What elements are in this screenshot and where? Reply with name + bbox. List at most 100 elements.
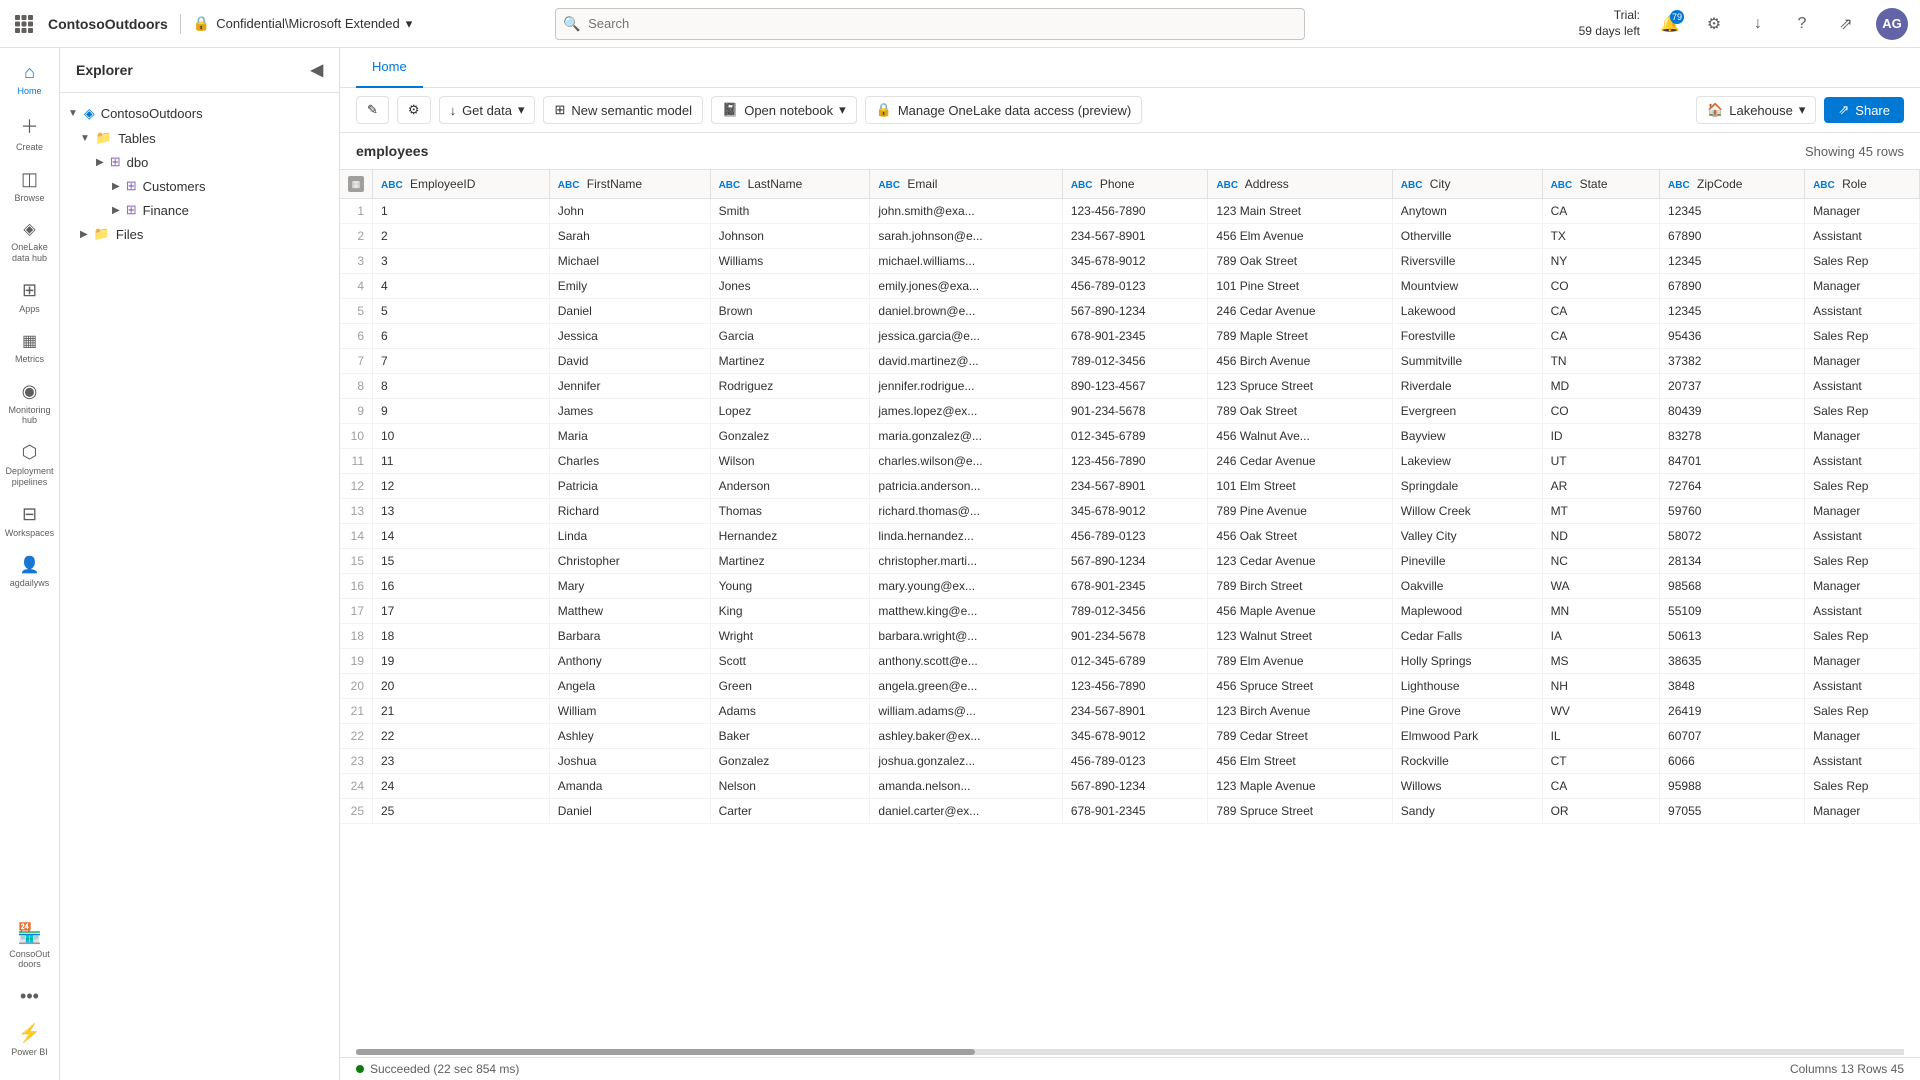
th-city[interactable]: ABC City (1392, 170, 1542, 199)
table-cell: Smith (710, 199, 870, 224)
sidebar-item-metrics[interactable]: ▦ Metrics (6, 325, 54, 371)
sidebar-item-onelake[interactable]: ◈ OneLake data hub (6, 213, 54, 270)
table-cell: emily.jones@exa... (870, 274, 1062, 299)
table-row[interactable]: 22SarahJohnsonsarah.johnson@e...234-567-… (340, 224, 1920, 249)
table-row[interactable]: 66JessicaGarciajessica.garcia@e...678-90… (340, 324, 1920, 349)
manage-onelake-button[interactable]: 🔒 Manage OneLake data access (preview) (865, 96, 1143, 124)
get-data-button[interactable]: ↓ Get data ▾ (439, 96, 536, 124)
lakehouse-label: Lakehouse (1729, 103, 1793, 118)
table-cell: Sales Rep (1805, 549, 1920, 574)
tree-item-finance[interactable]: ▶ ⊞ Finance (60, 198, 339, 222)
download-icon[interactable]: ↓ (1744, 10, 1772, 38)
sidebar-item-apps[interactable]: ⊞ Apps (6, 274, 54, 321)
tree-item-files[interactable]: ▶ 📁 Files (60, 222, 339, 246)
table-row[interactable]: 2525DanielCarterdaniel.carter@ex...678-9… (340, 799, 1920, 824)
sidebar-item-contoso[interactable]: 🏪 ConsoOut doors (6, 915, 54, 977)
sidebar-item-browse[interactable]: ◫ Browse (6, 163, 54, 210)
table-row[interactable]: 1515ChristopherMartinezchristopher.marti… (340, 549, 1920, 574)
table-row[interactable]: 1818BarbaraWrightbarbara.wright@...901-2… (340, 624, 1920, 649)
tree-item-customers[interactable]: ▶ ⊞ Customers (60, 174, 339, 198)
table-cell: Lakeview (1392, 449, 1542, 474)
search-container: 🔍 (555, 8, 1305, 40)
th-row-num: ▦ (340, 170, 373, 199)
table-row[interactable]: 11JohnSmithjohn.smith@exa...123-456-7890… (340, 199, 1920, 224)
tree-item-contosooutdoors[interactable]: ▼ ◈ ContosoOutdoors (60, 101, 339, 126)
deployment-icon: ⬡ (22, 442, 38, 463)
sidebar-item-powerbi[interactable]: ⚡ Power BI (6, 1017, 54, 1064)
table-row[interactable]: 1414LindaHernandezlinda.hernandez...456-… (340, 524, 1920, 549)
table-row[interactable]: 77DavidMartinezdavid.martinez@...789-012… (340, 349, 1920, 374)
th-state[interactable]: ABC State (1542, 170, 1659, 199)
table-cell: TX (1542, 224, 1659, 249)
grid-menu-icon[interactable] (12, 12, 36, 36)
table-row[interactable]: 1313RichardThomasrichard.thomas@...345-6… (340, 499, 1920, 524)
table-row[interactable]: 44EmilyJonesemily.jones@exa...456-789-01… (340, 274, 1920, 299)
edit-button[interactable]: ✎ (356, 96, 389, 124)
notification-icon[interactable]: 🔔 79 (1656, 10, 1684, 38)
sidebar-item-more[interactable]: ••• (6, 980, 54, 1013)
table-cell: Garcia (710, 324, 870, 349)
table-container: ▦ ABC EmployeeID ABC FirstName ABC LastN… (340, 170, 1920, 1047)
table-cell: Johnson (710, 224, 870, 249)
table-row[interactable]: 88JenniferRodriguezjennifer.rodrigue...8… (340, 374, 1920, 399)
table-cell: Jones (710, 274, 870, 299)
table-row[interactable]: 1010MariaGonzalezmaria.gonzalez@...012-3… (340, 424, 1920, 449)
th-zipcode[interactable]: ABC ZipCode (1660, 170, 1805, 199)
table-row[interactable]: 1919AnthonyScottanthony.scott@e...012-34… (340, 649, 1920, 674)
explorer-collapse-button[interactable]: ◀ (311, 60, 323, 80)
th-email[interactable]: ABC Email (870, 170, 1062, 199)
table-row[interactable]: 2222AshleyBakerashley.baker@ex...345-678… (340, 724, 1920, 749)
tree-item-tables[interactable]: ▼ 📁 Tables (60, 126, 339, 150)
sidebar-item-deployment[interactable]: ⬡ Deployment pipelines (6, 436, 54, 494)
sidebar-item-create[interactable]: ＋ Create (6, 107, 54, 159)
table-row[interactable]: 1717MatthewKingmatthew.king@e...789-012-… (340, 599, 1920, 624)
avatar[interactable]: AG (1876, 8, 1908, 40)
new-semantic-model-button[interactable]: ⊞ New semantic model (543, 96, 703, 124)
table-cell: WV (1542, 699, 1659, 724)
horizontal-scrollbar[interactable] (356, 1049, 1904, 1055)
settings-toolbar-button[interactable]: ⚙ (397, 96, 431, 124)
table-cell: OR (1542, 799, 1659, 824)
table-row[interactable]: 2424AmandaNelsonamanda.nelson...567-890-… (340, 774, 1920, 799)
sidebar-item-home[interactable]: ⌂ Home (6, 56, 54, 103)
table-cell: 123-456-7890 (1062, 199, 1208, 224)
lakehouse-selector[interactable]: 🏠 Lakehouse ▾ (1696, 96, 1816, 124)
sidebar-label-create: Create (16, 142, 43, 153)
tree-item-dbo[interactable]: ▶ ⊞ dbo (60, 150, 339, 174)
row-number: 22 (340, 724, 373, 749)
table-cell: CO (1542, 274, 1659, 299)
sidebar-item-workspaces[interactable]: ⊟ Workspaces (6, 498, 54, 545)
sidebar-item-agdailyws[interactable]: 👤 agdailyws (6, 549, 54, 595)
share-network-icon[interactable]: ⇗ (1832, 10, 1860, 38)
open-notebook-button[interactable]: 📓 Open notebook ▾ (711, 96, 857, 124)
help-icon[interactable]: ? (1788, 10, 1816, 38)
table-row[interactable]: 1212PatriciaAndersonpatricia.anderson...… (340, 474, 1920, 499)
table-row[interactable]: 55DanielBrowndaniel.brown@e...567-890-12… (340, 299, 1920, 324)
table-cell: 12 (373, 474, 550, 499)
table-row[interactable]: 2323JoshuaGonzalezjoshua.gonzalez...456-… (340, 749, 1920, 774)
sidebar-item-monitoring[interactable]: ◉ Monitoring hub (6, 375, 54, 433)
search-icon: 🔍 (563, 15, 580, 32)
table-cell: 11 (373, 449, 550, 474)
settings-icon[interactable]: ⚙ (1700, 10, 1728, 38)
share-button[interactable]: ⇗ Share (1824, 97, 1904, 123)
scroll-thumb[interactable] (356, 1049, 975, 1055)
workspace-selector[interactable]: 🔒 Confidential\Microsoft Extended ▾ (193, 15, 413, 32)
table-row[interactable]: 2020AngelaGreenangela.green@e...123-456-… (340, 674, 1920, 699)
row-number: 9 (340, 399, 373, 424)
search-input[interactable] (555, 8, 1305, 40)
table-cell: Carter (710, 799, 870, 824)
table-row[interactable]: 99JamesLopezjames.lopez@ex...901-234-567… (340, 399, 1920, 424)
table-row[interactable]: 1111CharlesWilsoncharles.wilson@e...123-… (340, 449, 1920, 474)
th-firstname[interactable]: ABC FirstName (549, 170, 710, 199)
tab-home[interactable]: Home (356, 48, 423, 88)
th-phone[interactable]: ABC Phone (1062, 170, 1208, 199)
th-lastname[interactable]: ABC LastName (710, 170, 870, 199)
th-role[interactable]: ABC Role (1805, 170, 1920, 199)
table-row[interactable]: 1616MaryYoungmary.young@ex...678-901-234… (340, 574, 1920, 599)
table-cell: Sales Rep (1805, 324, 1920, 349)
th-address[interactable]: ABC Address (1208, 170, 1392, 199)
th-employee-id[interactable]: ABC EmployeeID (373, 170, 550, 199)
table-row[interactable]: 2121WilliamAdamswilliam.adams@...234-567… (340, 699, 1920, 724)
table-row[interactable]: 33MichaelWilliamsmichael.williams...345-… (340, 249, 1920, 274)
